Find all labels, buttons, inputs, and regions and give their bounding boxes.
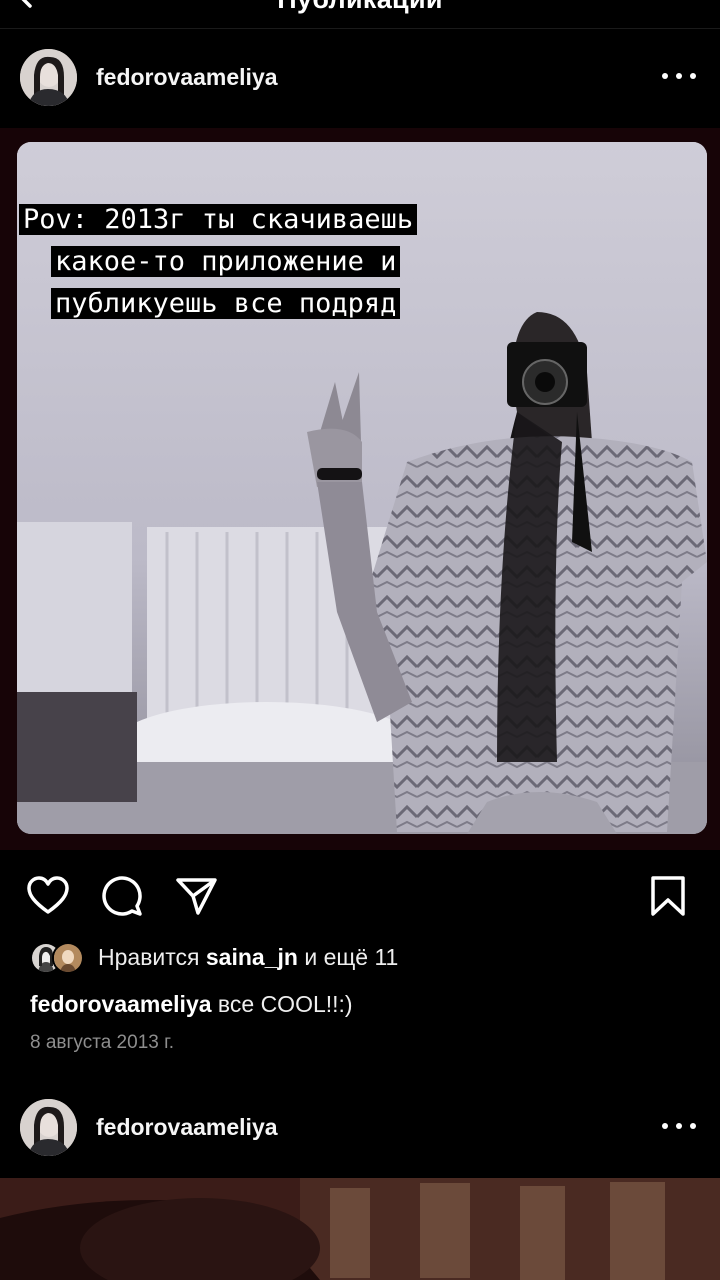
top-bar: Публикации bbox=[0, 0, 720, 29]
avatar-image bbox=[20, 49, 77, 106]
caption-text: все COOL!!:) bbox=[217, 991, 353, 1017]
post-photo-frame: Pov: 2013г ты скачиваешь какое-то прилож… bbox=[0, 128, 720, 850]
more-icon[interactable] bbox=[662, 1116, 696, 1136]
liker-avatar bbox=[52, 942, 84, 974]
post-date: 8 августа 2013 г. bbox=[30, 1032, 174, 1053]
overlay-line-3: публикуешь все подряд bbox=[51, 287, 401, 320]
avatar-image bbox=[20, 1099, 77, 1156]
screen-title: Публикации bbox=[0, 0, 720, 15]
next-post-photo[interactable] bbox=[0, 1178, 720, 1280]
next-photo-illustration bbox=[0, 1178, 720, 1280]
share-icon[interactable] bbox=[174, 874, 218, 918]
avatar[interactable] bbox=[20, 49, 77, 106]
overlay-line-1: Pov: 2013г ты скачиваешь bbox=[19, 203, 418, 236]
caption-username[interactable]: fedorovaameliya bbox=[30, 991, 212, 1017]
next-post-username[interactable]: fedorovaameliya bbox=[96, 1114, 278, 1141]
post-caption: fedorovaameliya все COOL!!:) bbox=[30, 991, 353, 1018]
avatar[interactable] bbox=[20, 1099, 77, 1156]
post-actions bbox=[0, 860, 720, 930]
post-photo[interactable]: Pov: 2013г ты скачиваешь какое-то прилож… bbox=[17, 142, 707, 834]
overlay-line-2: какое-то приложение и bbox=[51, 245, 401, 278]
likes-text: Нравится saina_jn и ещё 11 bbox=[98, 944, 399, 970]
more-icon[interactable] bbox=[662, 66, 696, 86]
post-username[interactable]: fedorovaameliya bbox=[96, 64, 278, 91]
liker-avatars bbox=[30, 942, 90, 974]
comment-icon[interactable] bbox=[100, 874, 144, 918]
liker-username[interactable]: saina_jn bbox=[206, 944, 298, 970]
next-post-header: fedorovaameliya bbox=[0, 1080, 720, 1176]
bookmark-icon[interactable] bbox=[646, 874, 690, 918]
heart-icon[interactable] bbox=[26, 874, 70, 918]
post-header: fedorovaameliya bbox=[0, 30, 720, 126]
